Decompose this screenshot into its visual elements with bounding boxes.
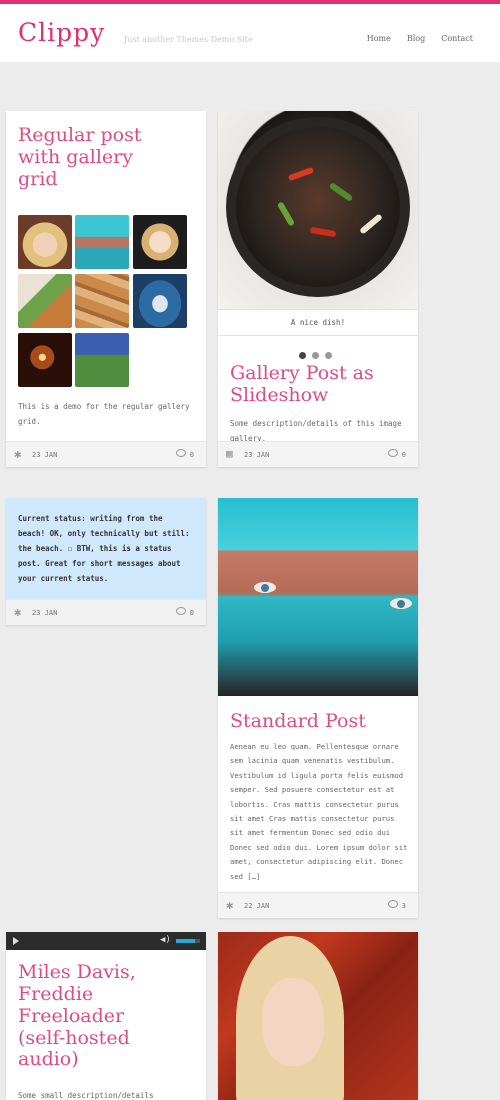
gallery-thumb-food-box[interactable] [18, 274, 72, 328]
slide-dot-1[interactable] [299, 352, 306, 359]
post-card-gallery-grid: Regular post with gallery grid This is a… [6, 111, 206, 467]
star-icon: ✱ [226, 898, 234, 912]
star-icon: ✱ [14, 605, 22, 619]
volume-slider[interactable] [176, 939, 200, 943]
gallery-thumb-candle[interactable] [18, 333, 72, 387]
gallery-thumb-scarf[interactable] [75, 215, 129, 269]
post-date[interactable]: 23 JAN [32, 609, 57, 617]
post-card-status: Current status: writing from the beach! … [6, 498, 206, 625]
post-card-image [218, 932, 418, 1100]
post-title[interactable]: Gallery Post as Slideshow [230, 362, 410, 407]
slide-dot-3[interactable] [325, 352, 332, 359]
post-meta: ▦ 23 JAN 0 [218, 441, 418, 467]
comment-count[interactable]: 3 [402, 902, 406, 910]
nav-contact[interactable]: Contact [441, 34, 473, 43]
post-date[interactable]: 23 JAN [32, 451, 57, 459]
site-header: Clippy Just another Themes Demo Site Hom… [0, 4, 500, 62]
comment-icon[interactable] [388, 900, 398, 908]
slideshow-pager [299, 352, 332, 359]
comment-count[interactable]: 0 [190, 451, 194, 459]
post-excerpt: Aenean eu leo quam. Pellentesque ornare … [230, 742, 408, 881]
comment-icon[interactable] [176, 449, 186, 457]
comment-icon[interactable] [388, 449, 398, 457]
eye-left [254, 582, 276, 593]
site-tagline: Just another Themes Demo Site [124, 35, 253, 44]
post-date[interactable]: 22 JAN [244, 902, 269, 910]
post-meta: ✱ 22 JAN 3 [218, 892, 418, 918]
gallery-thumb-bread[interactable] [75, 274, 129, 328]
post-card-slideshow: A nice dish! Gallery Post as Slideshow S… [218, 111, 418, 467]
gallery-thumb-runners[interactable] [75, 333, 129, 387]
post-card-standard: Standard Post Aenean eu leo quam. Pellen… [218, 498, 418, 918]
volume-level [176, 939, 196, 943]
comment-icon[interactable] [176, 607, 186, 615]
status-text: Current status: writing from the beach! … [18, 514, 190, 583]
post-meta: ✱ 23 JAN 0 [6, 441, 206, 467]
star-icon: ✱ [14, 447, 22, 461]
gallery-thumb-child[interactable] [133, 215, 187, 269]
nav-home[interactable]: Home [367, 34, 391, 43]
post-meta: ✱ 23 JAN 0 [6, 599, 206, 625]
audio-player: ◀) [6, 932, 206, 950]
face-shape [262, 978, 324, 1066]
play-icon[interactable] [13, 937, 19, 945]
post-excerpt: This is a demo for the regular gallery g… [18, 402, 190, 426]
gallery-thumb-girl[interactable] [18, 215, 72, 269]
post-excerpt: Some small description/details [18, 1091, 154, 1100]
slide-caption: A nice dish! [218, 309, 418, 336]
gallery-icon: ▦ [226, 447, 233, 460]
comment-count[interactable]: 0 [190, 609, 194, 617]
slide-image-dish[interactable] [218, 111, 418, 309]
post-card-audio: Miles Davis, Freddie Freeloader (self-ho… [6, 950, 206, 1100]
main-nav: Home Blog Contact [367, 34, 473, 43]
nav-blog[interactable]: Blog [407, 34, 425, 43]
comment-count[interactable]: 0 [402, 451, 406, 459]
post-title[interactable]: Standard Post [230, 710, 410, 733]
post-title[interactable]: Miles Davis, Freddie Freeloader (self-ho… [18, 961, 168, 1071]
post-image-scarf-portrait[interactable] [218, 498, 418, 696]
post-title[interactable]: Regular post with gallery grid [18, 124, 168, 191]
pan-shape [226, 117, 410, 297]
volume-icon[interactable]: ◀) [160, 935, 171, 945]
eye-right [390, 598, 412, 609]
slide-dot-2[interactable] [312, 352, 319, 359]
post-image-blonde-portrait[interactable] [218, 932, 418, 1100]
site-logo[interactable]: Clippy [18, 18, 105, 47]
post-date[interactable]: 23 JAN [244, 451, 269, 459]
gallery-thumb-car[interactable] [133, 274, 187, 328]
